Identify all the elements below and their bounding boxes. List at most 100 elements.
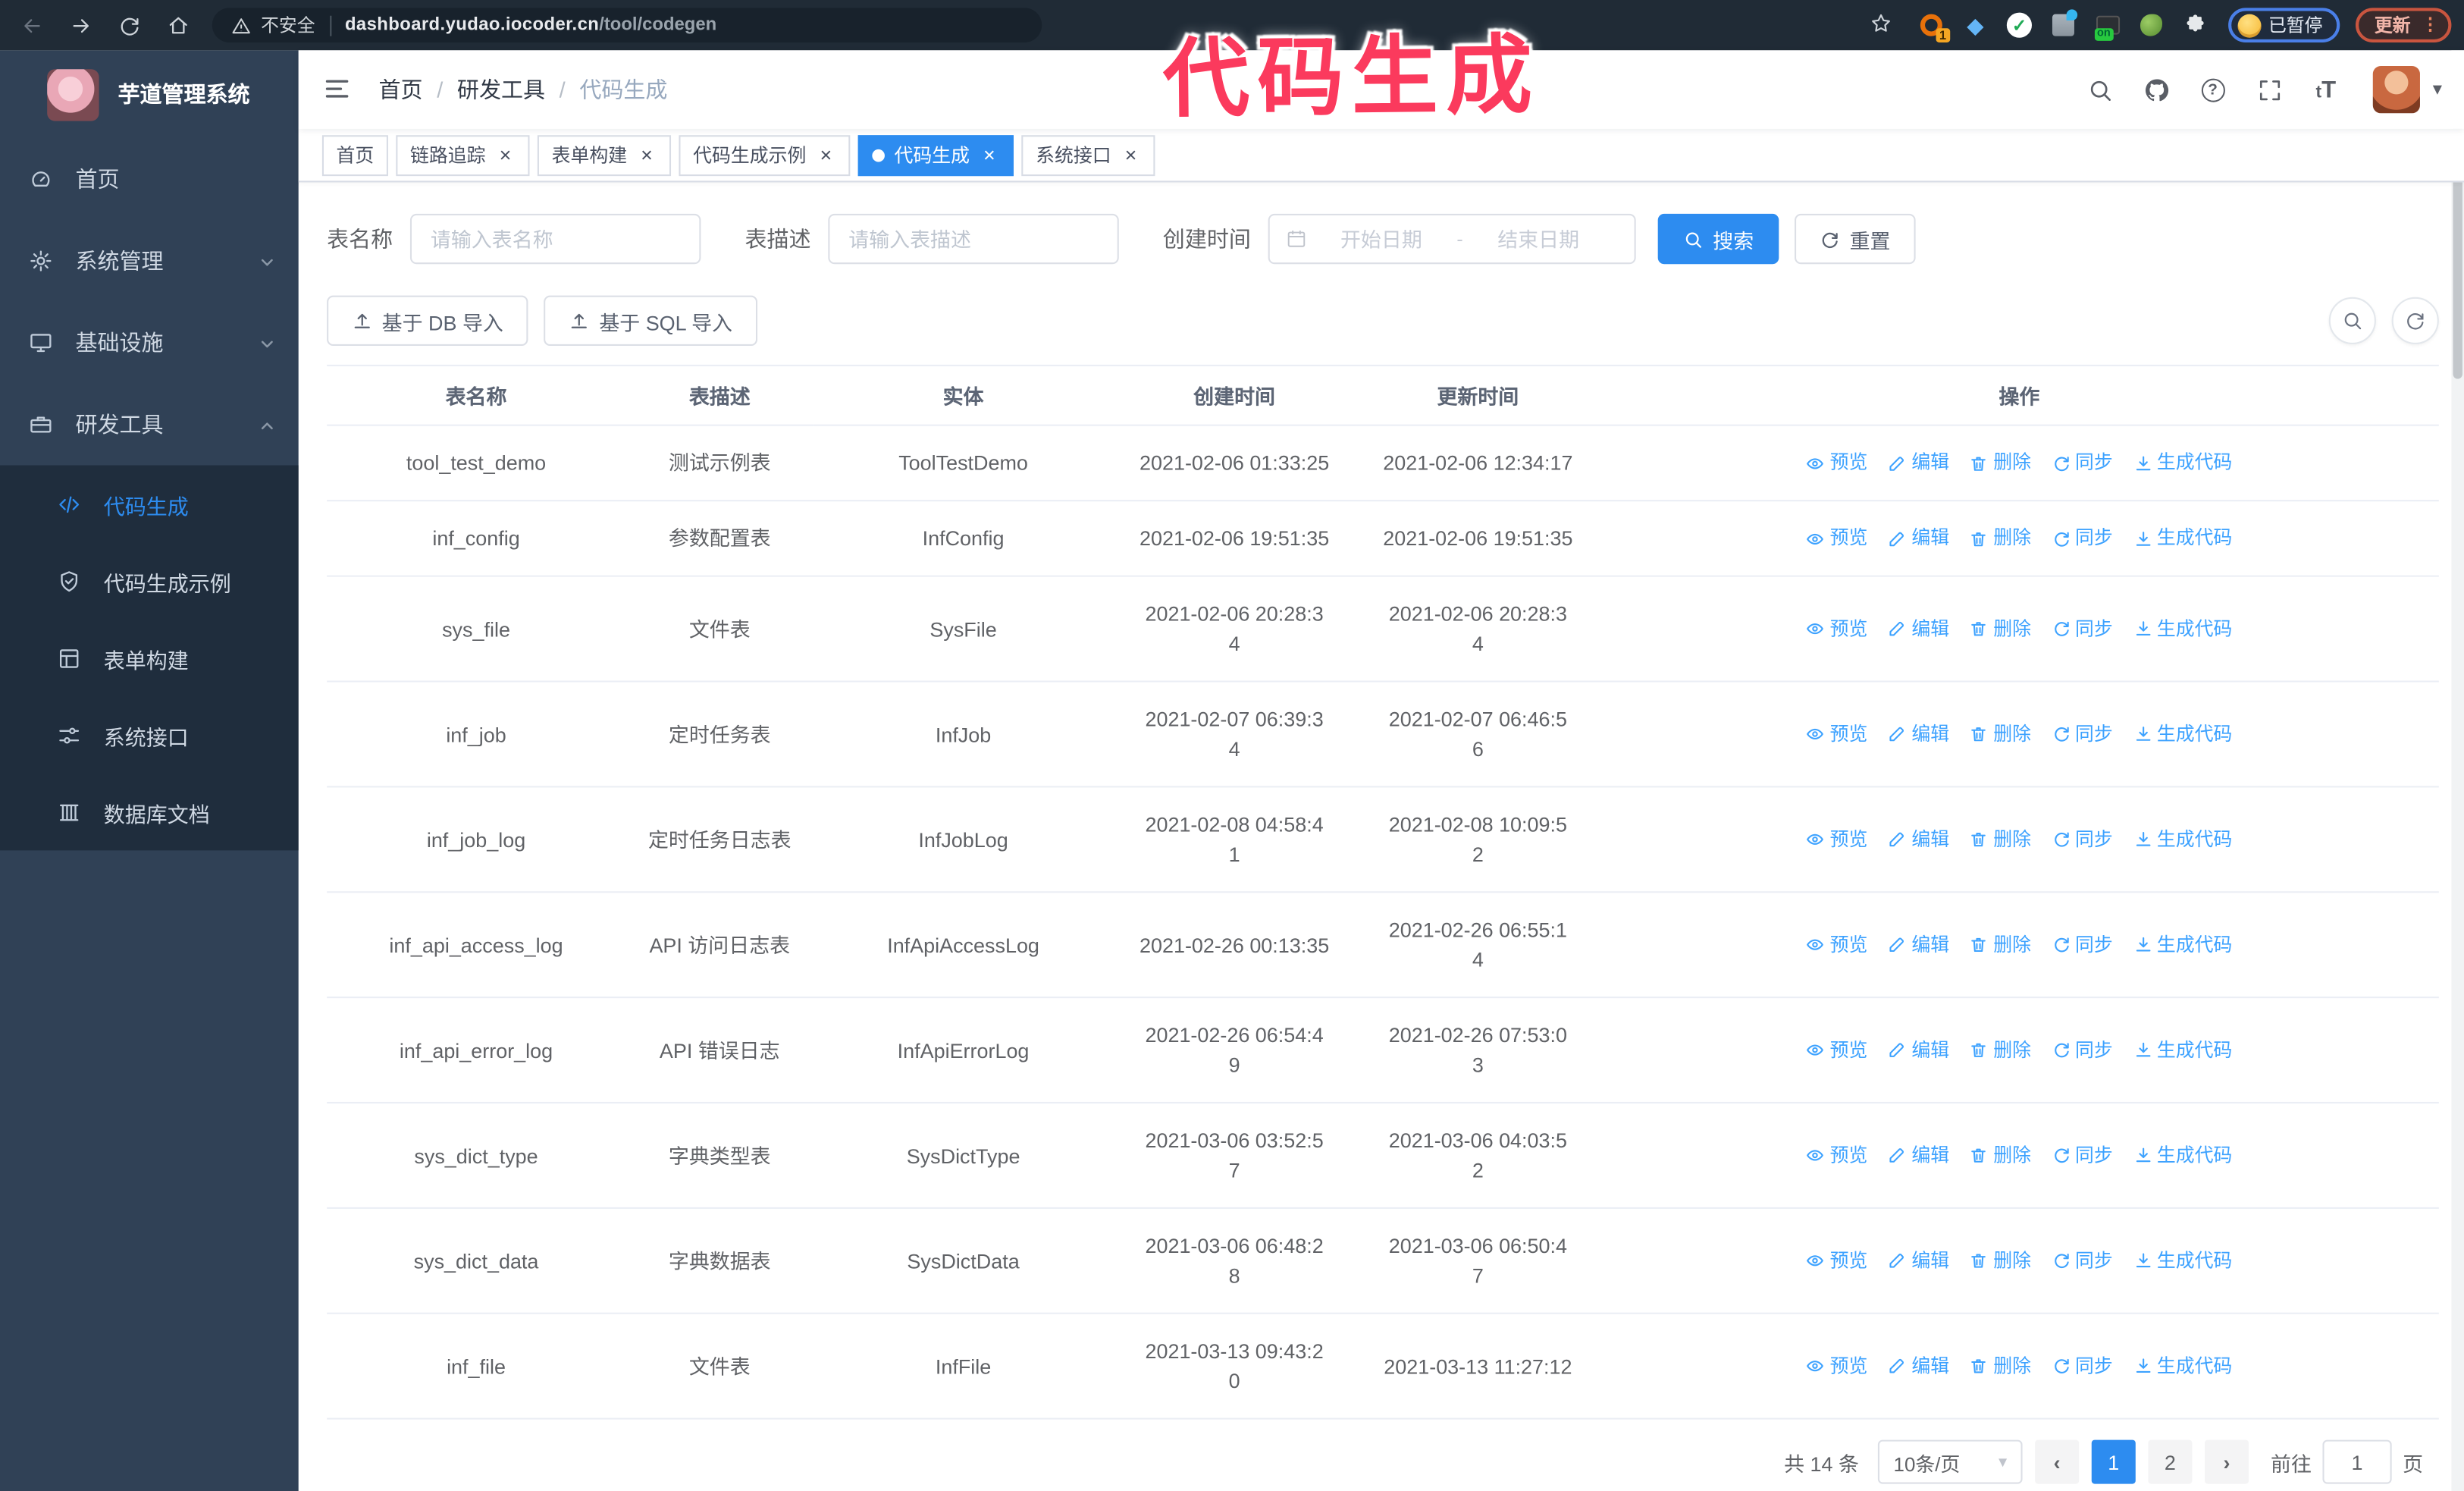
action-编辑[interactable]: 编辑	[1888, 1246, 1949, 1276]
action-生成代码[interactable]: 生成代码	[2133, 1035, 2232, 1065]
action-删除[interactable]: 删除	[1970, 448, 2031, 478]
tab-代码生成[interactable]: 代码生成 ×	[857, 134, 1014, 176]
goto-page-input[interactable]	[2322, 1439, 2392, 1484]
action-删除[interactable]: 删除	[1970, 930, 2031, 959]
extension-gem-icon[interactable]: ◆	[1962, 12, 1989, 39]
search-button[interactable]: 搜索	[1657, 213, 1779, 265]
action-删除[interactable]: 删除	[1970, 614, 2031, 643]
action-编辑[interactable]: 编辑	[1888, 523, 1949, 553]
tab-系统接口[interactable]: 系统接口 ×	[1021, 134, 1155, 176]
end-date-input[interactable]	[1471, 225, 1607, 253]
breadcrumb-dev-tools[interactable]: 研发工具	[457, 74, 545, 105]
page-scrollbar[interactable]	[2451, 50, 2464, 1491]
close-icon[interactable]: ×	[979, 144, 999, 165]
action-删除[interactable]: 删除	[1970, 1141, 2031, 1170]
breadcrumb-home[interactable]: 首页	[379, 74, 423, 105]
sidebar-subitem-数据库文档[interactable]: 数据库文档	[0, 774, 299, 851]
sidebar-item-基础设施[interactable]: 基础设施	[0, 302, 299, 384]
close-icon[interactable]: ×	[637, 144, 657, 165]
action-生成代码[interactable]: 生成代码	[2133, 719, 2232, 749]
search-icon[interactable]	[2086, 75, 2114, 103]
close-icon[interactable]: ×	[495, 144, 516, 165]
tab-首页[interactable]: 首页 ×	[321, 134, 388, 176]
action-生成代码[interactable]: 生成代码	[2133, 448, 2232, 478]
extensions-puzzle-icon[interactable]	[2182, 12, 2209, 39]
action-预览[interactable]: 预览	[1806, 1141, 1867, 1170]
security-label[interactable]: 不安全	[261, 13, 315, 38]
action-预览[interactable]: 预览	[1806, 448, 1867, 478]
close-icon[interactable]: ×	[1121, 144, 1141, 165]
tab-链路追踪[interactable]: 链路追踪 ×	[396, 134, 530, 176]
action-预览[interactable]: 预览	[1806, 824, 1867, 854]
action-编辑[interactable]: 编辑	[1888, 824, 1949, 854]
action-同步[interactable]: 同步	[2052, 1246, 2113, 1276]
action-删除[interactable]: 删除	[1970, 824, 2031, 854]
url-host[interactable]: dashboard.yudao.iocoder.cn	[345, 16, 599, 35]
browser-update-button[interactable]: 更新 ⋮	[2355, 8, 2452, 42]
action-同步[interactable]: 同步	[2052, 1351, 2113, 1380]
font-size-icon[interactable]: tT	[2312, 75, 2340, 103]
action-删除[interactable]: 删除	[1970, 1246, 2031, 1276]
page-number-button[interactable]: 1	[2091, 1439, 2136, 1484]
action-预览[interactable]: 预览	[1806, 1351, 1867, 1380]
help-icon[interactable]: ?	[2199, 75, 2227, 103]
page-size-select[interactable]: 10条/页 ▼	[1877, 1439, 2023, 1484]
action-编辑[interactable]: 编辑	[1888, 1351, 1949, 1380]
table-name-input[interactable]	[409, 213, 701, 265]
sidebar-subitem-代码生成[interactable]: 代码生成	[0, 466, 299, 543]
table-desc-input[interactable]	[828, 213, 1119, 265]
action-生成代码[interactable]: 生成代码	[2133, 523, 2232, 553]
import-sql-button[interactable]: 基于 SQL 导入	[544, 295, 758, 346]
action-同步[interactable]: 同步	[2052, 1035, 2113, 1065]
menu-dots-icon[interactable]: ⋮	[2422, 17, 2439, 34]
action-编辑[interactable]: 编辑	[1888, 448, 1949, 478]
action-编辑[interactable]: 编辑	[1888, 1141, 1949, 1170]
tab-表单构建[interactable]: 表单构建 ×	[537, 134, 672, 176]
action-同步[interactable]: 同步	[2052, 824, 2113, 854]
action-生成代码[interactable]: 生成代码	[2133, 1141, 2232, 1170]
app-logo-row[interactable]: 芋道管理系统	[0, 50, 299, 138]
address-bar[interactable]: 不安全 dashboard.yudao.iocoder.cn /tool/cod…	[212, 8, 1042, 42]
bookmark-star-icon[interactable]	[1867, 11, 1895, 39]
github-icon[interactable]	[2142, 75, 2170, 103]
action-预览[interactable]: 预览	[1806, 1035, 1867, 1065]
next-page-button[interactable]: ›	[2204, 1439, 2249, 1484]
action-删除[interactable]: 删除	[1970, 719, 2031, 749]
sidebar-subitem-代码生成示例[interactable]: 代码生成示例	[0, 542, 299, 620]
import-db-button[interactable]: 基于 DB 导入	[327, 295, 529, 346]
user-avatar[interactable]	[2372, 66, 2421, 114]
action-生成代码[interactable]: 生成代码	[2133, 1246, 2232, 1276]
profile-paused-badge[interactable]: 已暂停	[2227, 8, 2340, 42]
action-编辑[interactable]: 编辑	[1888, 719, 1949, 749]
fullscreen-icon[interactable]	[2256, 75, 2284, 103]
action-编辑[interactable]: 编辑	[1888, 614, 1949, 643]
action-预览[interactable]: 预览	[1806, 930, 1867, 959]
action-生成代码[interactable]: 生成代码	[2133, 930, 2232, 959]
action-删除[interactable]: 删除	[1970, 1035, 2031, 1065]
action-预览[interactable]: 预览	[1806, 1246, 1867, 1276]
action-生成代码[interactable]: 生成代码	[2133, 824, 2232, 854]
url-path[interactable]: /tool/codegen	[599, 16, 716, 35]
sidebar-subitem-系统接口[interactable]: 系统接口	[0, 696, 299, 774]
action-删除[interactable]: 删除	[1970, 523, 2031, 553]
prev-page-button[interactable]: ‹	[2035, 1439, 2080, 1484]
extension-grid-icon[interactable]	[2050, 9, 2078, 39]
action-预览[interactable]: 预览	[1806, 719, 1867, 749]
back-icon[interactable]	[14, 8, 49, 42]
extension-on-icon[interactable]: on	[2093, 12, 2121, 41]
action-同步[interactable]: 同步	[2052, 448, 2113, 478]
sidebar-item-研发工具[interactable]: 研发工具	[0, 384, 299, 466]
home-icon[interactable]	[160, 8, 195, 42]
date-range-picker[interactable]: -	[1268, 213, 1636, 265]
action-编辑[interactable]: 编辑	[1888, 1035, 1949, 1065]
reset-button[interactable]: 重置	[1795, 213, 1916, 265]
extension-leaf-icon[interactable]	[2138, 12, 2165, 39]
forward-icon[interactable]	[63, 8, 98, 42]
action-预览[interactable]: 预览	[1806, 523, 1867, 553]
action-生成代码[interactable]: 生成代码	[2133, 1351, 2232, 1380]
refresh-table-button[interactable]	[2391, 297, 2439, 344]
toggle-search-button[interactable]	[2328, 297, 2376, 344]
chevron-down-icon[interactable]: ▼	[2430, 81, 2446, 99]
extension-check-icon[interactable]: ✓	[2006, 12, 2033, 39]
action-同步[interactable]: 同步	[2052, 930, 2113, 959]
